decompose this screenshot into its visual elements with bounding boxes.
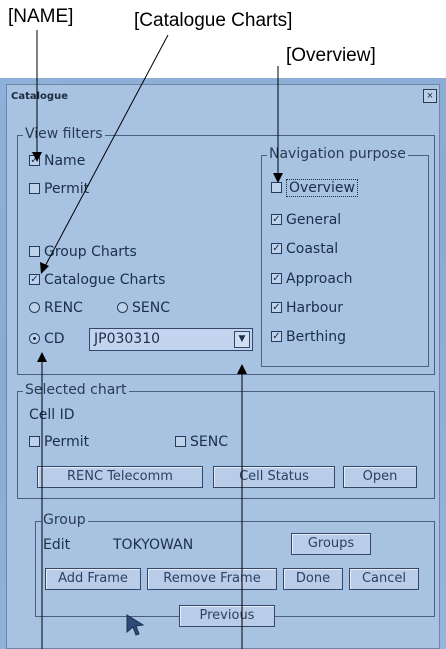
groups-button[interactable]: Groups	[291, 533, 371, 555]
catalogue-charts-check-icon: ✓	[29, 273, 40, 285]
nav-coastal-checkbox[interactable]: ✓ Coastal	[271, 241, 338, 257]
overview-check-icon	[271, 181, 282, 193]
name-check-icon: ✓	[29, 154, 40, 166]
nav-general-checkbox[interactable]: ✓ General	[271, 212, 341, 228]
group-charts-checkbox[interactable]: Group Charts	[29, 244, 137, 260]
catalogue-charts-label: Catalogue Charts	[44, 272, 166, 288]
annotation-name: [NAME]	[8, 6, 74, 27]
catalogue-charts-checkbox[interactable]: ✓ Catalogue Charts	[29, 272, 165, 288]
selected-senc-checkbox[interactable]: SENC	[175, 434, 228, 450]
nav-berthing-label: Berthing	[286, 329, 346, 345]
general-check-icon: ✓	[271, 213, 282, 225]
cd-radio-label: CD	[44, 331, 65, 347]
nav-approach-label: Approach	[286, 271, 353, 287]
done-button[interactable]: Done	[283, 568, 343, 590]
annotation-overview: [Overview]	[286, 45, 376, 66]
berthing-check-icon: ✓	[271, 330, 282, 342]
cd-select-value: JP030310	[94, 331, 161, 347]
cancel-button[interactable]: Cancel	[349, 568, 419, 590]
harbour-check-icon: ✓	[271, 301, 282, 313]
renc-radio-label: RENC	[44, 300, 83, 316]
cd-select[interactable]: JP030310 ▼	[89, 328, 253, 351]
name-checkbox[interactable]: ✓ Name	[29, 153, 85, 169]
approach-check-icon: ✓	[271, 272, 282, 284]
nav-approach-checkbox[interactable]: ✓ Approach	[271, 271, 353, 287]
nav-berthing-checkbox[interactable]: ✓ Berthing	[271, 329, 346, 345]
selected-chart-label: Selected chart	[23, 382, 129, 398]
selected-senc-check-icon	[175, 435, 186, 447]
nav-harbour-checkbox[interactable]: ✓ Harbour	[271, 300, 343, 316]
nav-coastal-label: Coastal	[286, 241, 339, 257]
permit-checkbox[interactable]: Permit	[29, 181, 89, 197]
chevron-down-icon[interactable]: ▼	[234, 331, 250, 348]
edit-label: Edit	[43, 537, 71, 553]
window-title: Catalogue	[11, 91, 68, 102]
remove-frame-button[interactable]: Remove Frame	[147, 568, 277, 590]
cd-radio-icon	[29, 332, 40, 344]
selected-senc-label: SENC	[190, 434, 228, 450]
selected-permit-checkbox[interactable]: Permit	[29, 434, 89, 450]
cd-radio[interactable]: CD	[29, 331, 65, 347]
group-edit-value[interactable]: TOKYOWAN	[113, 537, 193, 553]
catalogue-dialog: Catalogue × View filters ✓ Name Permit Gr…	[6, 84, 440, 649]
mouse-pointer-icon	[126, 614, 145, 636]
group-charts-check-icon	[29, 245, 40, 257]
annotation-catalogue-charts: [Catalogue Charts]	[134, 10, 293, 31]
senc-radio-label: SENC	[132, 300, 170, 316]
nav-harbour-label: Harbour	[286, 300, 343, 316]
add-frame-button[interactable]: Add Frame	[45, 568, 141, 590]
renc-radio-icon	[29, 301, 40, 313]
renc-radio[interactable]: RENC	[29, 300, 83, 316]
coastal-check-icon: ✓	[271, 242, 282, 254]
close-icon[interactable]: ×	[423, 89, 437, 103]
selected-permit-label: Permit	[44, 434, 90, 450]
nav-overview-checkbox[interactable]: Overview	[271, 179, 358, 197]
nav-overview-label: Overview	[286, 179, 358, 197]
name-checkbox-label: Name	[44, 153, 86, 169]
renc-telecomm-button[interactable]: RENC Telecomm	[37, 466, 203, 488]
previous-button[interactable]: Previous	[179, 605, 275, 627]
view-filters-label: View filters	[23, 126, 105, 142]
navigation-purpose-label: Navigation purpose	[267, 146, 408, 162]
senc-radio-icon	[117, 301, 128, 313]
cell-status-button[interactable]: Cell Status	[213, 466, 335, 488]
open-button[interactable]: Open	[343, 466, 417, 488]
group-charts-label: Group Charts	[44, 244, 137, 260]
permit-checkbox-label: Permit	[44, 181, 90, 197]
cell-id-label: Cell ID	[29, 407, 75, 423]
group-label: Group	[41, 512, 88, 528]
nav-general-label: General	[286, 212, 342, 228]
permit-check-icon	[29, 182, 40, 194]
selected-permit-check-icon	[29, 435, 40, 447]
senc-radio[interactable]: SENC	[117, 300, 170, 316]
